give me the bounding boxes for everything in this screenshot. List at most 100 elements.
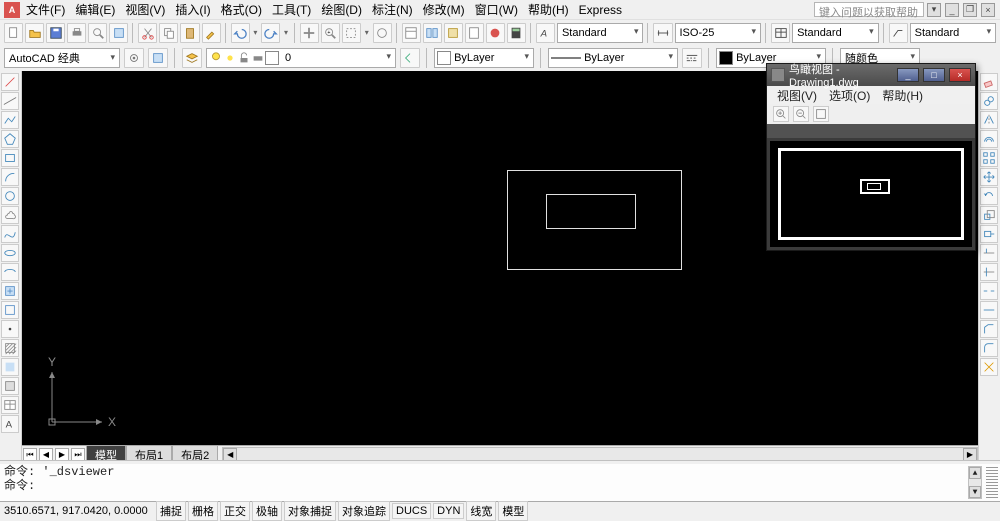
rectangle-icon[interactable] [1,149,19,167]
aerial-minimize-icon[interactable]: _ [897,68,919,82]
dimstyle-icon[interactable] [653,23,672,43]
offset-icon[interactable] [980,130,998,148]
toggle-model[interactable]: 模型 [498,501,528,521]
extend-icon[interactable] [980,263,998,281]
menu-window[interactable]: 窗口(W) [471,0,522,19]
polygon-icon[interactable] [1,130,19,148]
array-icon[interactable] [980,149,998,167]
trim-icon[interactable] [980,244,998,262]
command-grip-icon[interactable] [986,466,998,498]
revcloud-icon[interactable] [1,206,19,224]
copy-icon[interactable] [159,23,178,43]
erase-icon[interactable] [980,73,998,91]
rotate-icon[interactable] [980,187,998,205]
toggle-polar[interactable]: 极轴 [252,501,282,521]
ellipse-arc-icon[interactable] [1,263,19,281]
menu-help[interactable]: 帮助(H) [524,0,573,19]
aerial-zoomin-icon[interactable] [773,106,789,122]
cmd-scroll-up-icon[interactable]: ▲ [969,467,981,479]
aerial-maximize-icon[interactable]: □ [923,68,945,82]
color-select[interactable]: ByLayer [434,48,534,68]
toggle-lwt[interactable]: 线宽 [466,501,496,521]
mdi-restore-icon[interactable]: ❐ [963,3,977,17]
ltype-mgr-icon[interactable] [682,48,702,68]
dd-icon[interactable]: ▾ [927,3,941,17]
preview-icon[interactable] [88,23,107,43]
xline-icon[interactable] [1,92,19,110]
save-icon[interactable] [46,23,65,43]
zoom-prev-icon[interactable] [373,23,392,43]
break-icon[interactable] [980,282,998,300]
matchprop-icon[interactable] [202,23,221,43]
tp-icon[interactable] [444,23,463,43]
workspace-select[interactable]: AutoCAD 经典 [4,48,120,68]
aerial-menu-options[interactable]: 选项(O) [825,86,874,105]
redo-icon[interactable] [261,23,280,43]
make-block-icon[interactable] [1,301,19,319]
gradient-icon[interactable] [1,358,19,376]
redo-dd[interactable]: ▾ [282,23,290,43]
command-vscrollbar[interactable]: ▲ ▼ [968,466,982,499]
toggle-grid[interactable]: 栅格 [188,501,218,521]
menu-tools[interactable]: 工具(T) [268,0,315,19]
aerial-close-icon[interactable]: × [949,68,971,82]
point-icon[interactable] [1,320,19,338]
aerial-menu-help[interactable]: 帮助(H) [878,86,927,105]
hatch-icon[interactable] [1,339,19,357]
zoom-dd[interactable]: ▾ [363,23,371,43]
layer-mgr-icon[interactable] [182,48,202,68]
zoom-rt-icon[interactable]: + [321,23,340,43]
toggle-snap[interactable]: 捕捉 [156,501,186,521]
aerial-extents-icon[interactable] [813,106,829,122]
mdi-close-icon[interactable]: × [981,3,995,17]
coord-readout[interactable]: 3510.6571, 917.0420, 0.0000 [4,505,154,517]
aerial-viewport[interactable] [770,141,972,247]
textstyle-icon[interactable]: A [536,23,555,43]
tablestyle-select[interactable]: Standard [792,23,879,43]
toggle-ducs[interactable]: DUCS [392,503,431,519]
aerial-view-window[interactable]: 鸟瞰视图 - Drawing1.dwg _ □ × 视图(V) 选项(O) 帮助… [766,63,976,251]
textstyle-select[interactable]: Standard [557,23,644,43]
toggle-otrack[interactable]: 对象追踪 [338,501,390,521]
mtext-icon[interactable]: A [1,415,19,433]
mleaderstyle-icon[interactable] [889,23,908,43]
insert-block-icon[interactable] [1,282,19,300]
stretch-icon[interactable] [980,225,998,243]
aerial-zoomout-icon[interactable] [793,106,809,122]
layer-select[interactable]: 0 [206,48,396,68]
cut-icon[interactable] [138,23,157,43]
drawing-canvas[interactable]: X Y 鸟瞰视图 - Drawing1.dwg _ □ × 视图(V) 选项(O… [22,71,978,445]
publish-icon[interactable] [109,23,128,43]
toggle-osnap[interactable]: 对象捕捉 [284,501,336,521]
menu-format[interactable]: 格式(O) [217,0,266,19]
menu-draw[interactable]: 绘图(D) [317,0,366,19]
mdi-minimize-icon[interactable]: _ [945,3,959,17]
circle-icon[interactable] [1,187,19,205]
ssm-icon[interactable] [465,23,484,43]
undo-dd[interactable]: ▾ [252,23,260,43]
markup-icon[interactable] [486,23,505,43]
menu-modify[interactable]: 修改(M) [419,0,469,19]
properties-icon[interactable] [402,23,421,43]
layer-prev-icon[interactable] [400,48,420,68]
calc-icon[interactable] [507,23,526,43]
menu-dim[interactable]: 标注(N) [368,0,417,19]
menu-insert[interactable]: 插入(I) [171,0,214,19]
mleaderstyle-select[interactable]: Standard [910,23,997,43]
print-icon[interactable] [67,23,86,43]
chamfer-icon[interactable] [980,320,998,338]
scale-icon[interactable] [980,206,998,224]
mirror-icon[interactable] [980,111,998,129]
toggle-dyn[interactable]: DYN [433,503,464,519]
menu-express[interactable]: Express [575,2,626,18]
help-search-input[interactable]: 键入问题以获取帮助 [814,2,924,17]
aerial-menu-view[interactable]: 视图(V) [773,86,821,105]
move-icon[interactable] [980,168,998,186]
command-splitter[interactable] [0,460,1000,464]
menu-file[interactable]: 文件(F) [22,0,69,19]
table-icon[interactable] [1,396,19,414]
region-icon[interactable] [1,377,19,395]
command-window[interactable]: 命令: '_dsviewer 命令: ▲ ▼ [0,463,1000,501]
menu-edit[interactable]: 编辑(E) [71,0,119,19]
fillet-icon[interactable] [980,339,998,357]
